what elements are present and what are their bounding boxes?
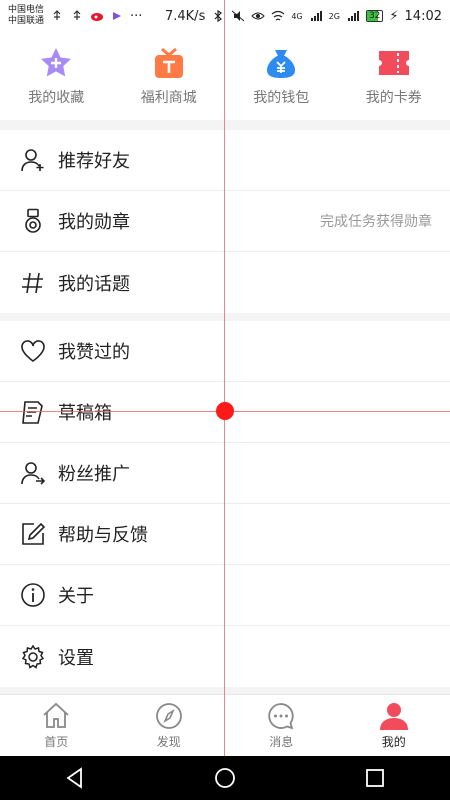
signal-2g: 2G (328, 11, 340, 21)
gear-icon (21, 644, 45, 669)
app-notification-icon (113, 12, 122, 20)
shortcut-label: 福利商城 (140, 90, 197, 106)
recents-icon[interactable] (363, 766, 387, 790)
menu-group-primary: 推荐好友 我的勋章 完成任务获得勋章 我的话题 (0, 130, 450, 313)
eye-icon (251, 12, 266, 20)
usb-icon (73, 10, 81, 20)
carrier-1: 中国电信 (8, 5, 45, 15)
menu-group-secondary: 我赞过的 草稿箱 粉丝推广 帮助与反馈 关于 设置 (0, 321, 450, 687)
tab-label: 首页 (44, 735, 69, 749)
compass-icon (155, 703, 182, 729)
wallet-icon (267, 50, 296, 78)
tab-profile[interactable]: 我的 (338, 695, 450, 756)
shortcut-label: 我的卡券 (365, 90, 422, 106)
add-user-icon (21, 149, 44, 172)
signal-icon (310, 11, 322, 21)
wifi-icon (271, 10, 285, 21)
edit-icon (22, 522, 46, 545)
crosshair-vertical-line (224, 0, 225, 756)
menu-item-medals[interactable]: 我的勋章 完成任务获得勋章 (0, 191, 450, 252)
shortcuts-row: 我的收藏 福利商城 我的钱包 我的卡券 (0, 32, 450, 120)
menu-item-label: 帮助与反馈 (58, 525, 148, 546)
profile-icon (379, 703, 408, 730)
menu-item-recommend-friends[interactable]: 推荐好友 (0, 130, 450, 191)
status-right: 7.4K/s 4G 2G 32 ⚡ 14:02 (165, 9, 442, 24)
menu-item-label: 设置 (58, 647, 94, 669)
medal-hint: 完成任务获得勋章 (320, 214, 432, 230)
mute-icon (232, 10, 245, 22)
shortcut-label: 我的收藏 (28, 90, 85, 106)
star-icon (41, 48, 72, 77)
shortcut-label: 我的钱包 (253, 90, 310, 106)
gift-icon (154, 47, 183, 78)
tab-label: 我的 (381, 735, 406, 749)
menu-item-label: 关于 (58, 586, 94, 607)
hashtag-icon (22, 272, 43, 293)
back-icon[interactable] (63, 766, 87, 790)
tab-messages[interactable]: 消息 (225, 695, 338, 756)
chat-icon (268, 703, 294, 730)
status-bar: 中国电信 中国联通 ··· 7.4K/s 4G 2G 32 ⚡ 14:02 (0, 0, 450, 32)
more-notifications: ··· (130, 8, 143, 24)
net-speed: 7.4K/s (164, 8, 206, 24)
shortcut-coupons[interactable]: 我的卡券 (338, 32, 450, 120)
menu-item-settings[interactable]: 设置 (0, 626, 450, 687)
signal-4g: 4G (291, 11, 303, 21)
charging-icon: ⚡ (389, 8, 399, 24)
menu-item-label: 我赞过的 (58, 342, 130, 363)
tab-home[interactable]: 首页 (0, 695, 113, 756)
carrier-info: 中国电信 中国联通 (8, 5, 44, 27)
bottom-tab-bar: 首页 发现 消息 我的 (0, 694, 450, 756)
shortcut-favorites[interactable]: 我的收藏 (0, 32, 113, 120)
heart-icon (21, 340, 45, 362)
menu-item-liked[interactable]: 我赞过的 (0, 321, 450, 382)
usb-icon (53, 10, 61, 20)
shortcut-wallet[interactable]: 我的钱包 (225, 32, 338, 120)
menu-item-label: 我的勋章 (58, 212, 130, 233)
system-nav-bar (0, 756, 450, 800)
ticket-icon (378, 51, 409, 75)
weibo-icon (91, 13, 104, 21)
battery-level: 32 (368, 11, 381, 21)
clock: 14:02 (404, 8, 442, 24)
menu-item-label: 粉丝推广 (58, 464, 130, 485)
menu-item-label: 草稿箱 (58, 403, 112, 424)
tab-label: 消息 (269, 735, 294, 749)
tab-label: 发现 (156, 735, 181, 749)
menu-item-label: 我的话题 (58, 273, 130, 295)
signal-icon (347, 11, 359, 21)
touch-point-marker (216, 402, 234, 420)
shortcut-mall[interactable]: 福利商城 (113, 32, 226, 120)
medal-icon (25, 208, 41, 233)
status-left: 中国电信 中国联通 ··· (8, 5, 142, 27)
fan-promote-icon (21, 462, 46, 485)
menu-item-label: 推荐好友 (58, 151, 130, 172)
menu-item-fan-promotion[interactable]: 粉丝推广 (0, 443, 450, 504)
tab-discover[interactable]: 发现 (113, 695, 226, 756)
home-button-icon[interactable] (213, 766, 237, 790)
info-icon (21, 583, 45, 607)
menu-item-topics[interactable]: 我的话题 (0, 252, 450, 313)
draft-icon (22, 401, 43, 424)
home-icon (43, 702, 69, 728)
battery-indicator: 32 (365, 10, 384, 22)
menu-item-about[interactable]: 关于 (0, 565, 450, 626)
carrier-2: 中国联通 (8, 16, 45, 26)
menu-item-help-feedback[interactable]: 帮助与反馈 (0, 504, 450, 565)
